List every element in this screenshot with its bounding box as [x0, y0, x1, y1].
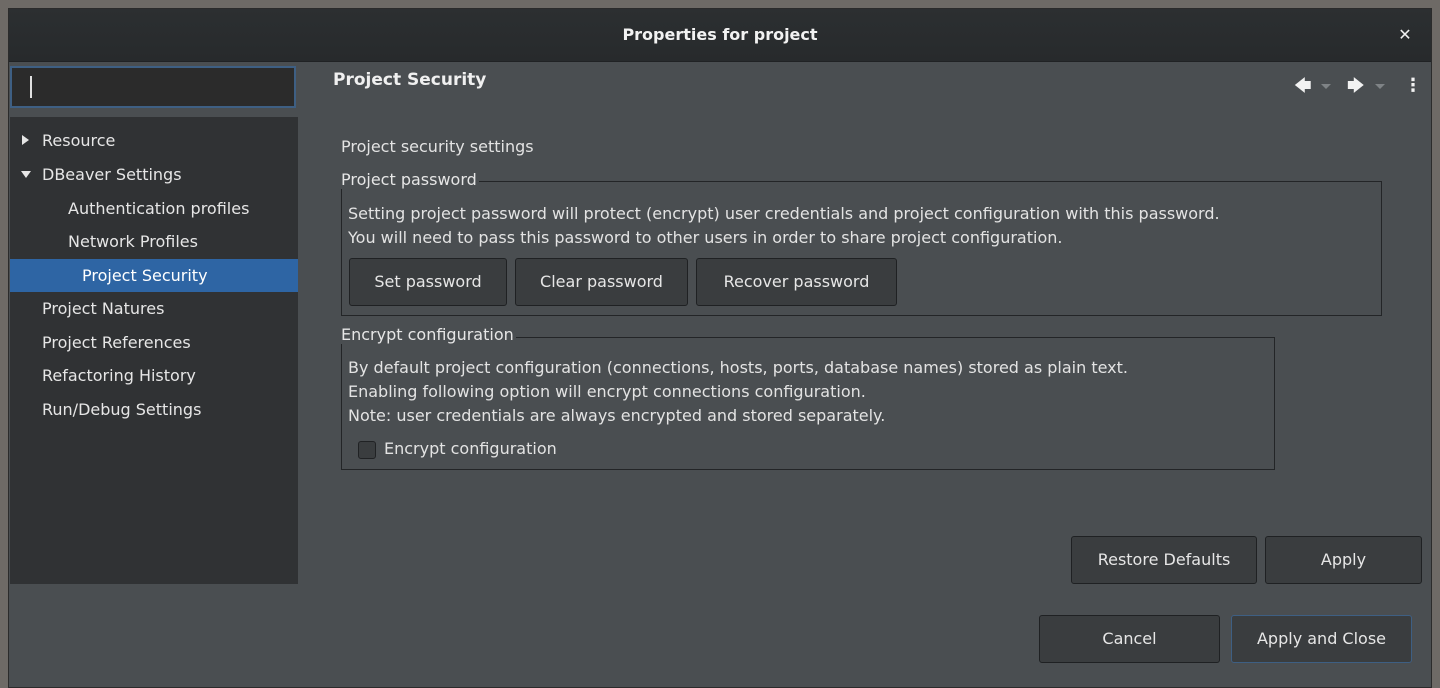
description-text: Enabling following option will encrypt c…: [348, 382, 866, 401]
tree-item-label: Run/Debug Settings: [42, 400, 202, 419]
apply-button[interactable]: Apply: [1265, 536, 1422, 584]
preference-tree: Resource DBeaver Settings Authentication…: [10, 117, 298, 584]
checkbox-label[interactable]: Encrypt configuration: [384, 439, 557, 458]
tree-item-label: Project Natures: [42, 299, 165, 318]
tree-item-project-natures[interactable]: Project Natures: [10, 292, 298, 325]
tree-item-authentication-profiles[interactable]: Authentication profiles: [10, 192, 298, 225]
title-bar: Properties for project ✕: [9, 9, 1431, 62]
chevron-down-icon[interactable]: [1375, 84, 1385, 89]
restore-defaults-button[interactable]: Restore Defaults: [1071, 536, 1257, 584]
clear-password-button[interactable]: Clear password: [515, 258, 688, 306]
kebab-menu-icon[interactable]: ⋮: [1404, 76, 1422, 96]
page-subtitle: Project security settings: [341, 137, 534, 156]
recover-password-button[interactable]: Recover password: [696, 258, 897, 306]
tree-item-refactoring-history[interactable]: Refactoring History: [10, 359, 298, 392]
cancel-button[interactable]: Cancel: [1039, 615, 1220, 663]
close-icon[interactable]: ✕: [1393, 23, 1417, 47]
search-input[interactable]: [10, 66, 296, 108]
encrypt-configuration-checkbox[interactable]: [358, 441, 376, 459]
arrow-right-icon[interactable]: 🡆: [1347, 76, 1365, 96]
group-label: Project password: [341, 170, 479, 189]
description-text: You will need to pass this password to o…: [348, 228, 1063, 247]
description-text: Note: user credentials are always encryp…: [348, 406, 886, 425]
chevron-down-icon[interactable]: [21, 171, 31, 178]
tree-item-dbeaver-settings[interactable]: DBeaver Settings: [10, 158, 298, 191]
chevron-down-icon[interactable]: [1321, 84, 1331, 89]
description-text: Setting project password will protect (e…: [348, 204, 1220, 223]
page-navigation: 🡄 🡆 ⋮: [1254, 76, 1422, 97]
tree-item-label: Network Profiles: [68, 232, 198, 251]
tree-item-label: Refactoring History: [42, 366, 196, 385]
tree-item-label: Resource: [42, 131, 116, 150]
tree-item-network-profiles[interactable]: Network Profiles: [10, 225, 298, 258]
tree-item-run-debug-settings[interactable]: Run/Debug Settings: [10, 393, 298, 426]
tree-item-label: Authentication profiles: [68, 199, 250, 218]
description-text: By default project configuration (connec…: [348, 358, 1128, 377]
tree-item-resource[interactable]: Resource: [10, 124, 298, 157]
tree-item-label: Project Security: [82, 266, 208, 285]
set-password-button[interactable]: Set password: [349, 258, 507, 306]
group-label: Encrypt configuration: [341, 325, 516, 344]
tree-item-label: DBeaver Settings: [42, 165, 182, 184]
arrow-left-icon[interactable]: 🡄: [1294, 76, 1312, 96]
tree-item-project-references[interactable]: Project References: [10, 326, 298, 359]
tree-item-project-security[interactable]: Project Security: [10, 259, 298, 292]
chevron-right-icon[interactable]: [22, 135, 29, 145]
page-title: Project Security: [333, 70, 487, 90]
text-caret: [30, 76, 32, 98]
apply-and-close-button[interactable]: Apply and Close: [1231, 615, 1412, 663]
window-title: Properties for project: [622, 25, 818, 44]
tree-item-label: Project References: [42, 333, 191, 352]
